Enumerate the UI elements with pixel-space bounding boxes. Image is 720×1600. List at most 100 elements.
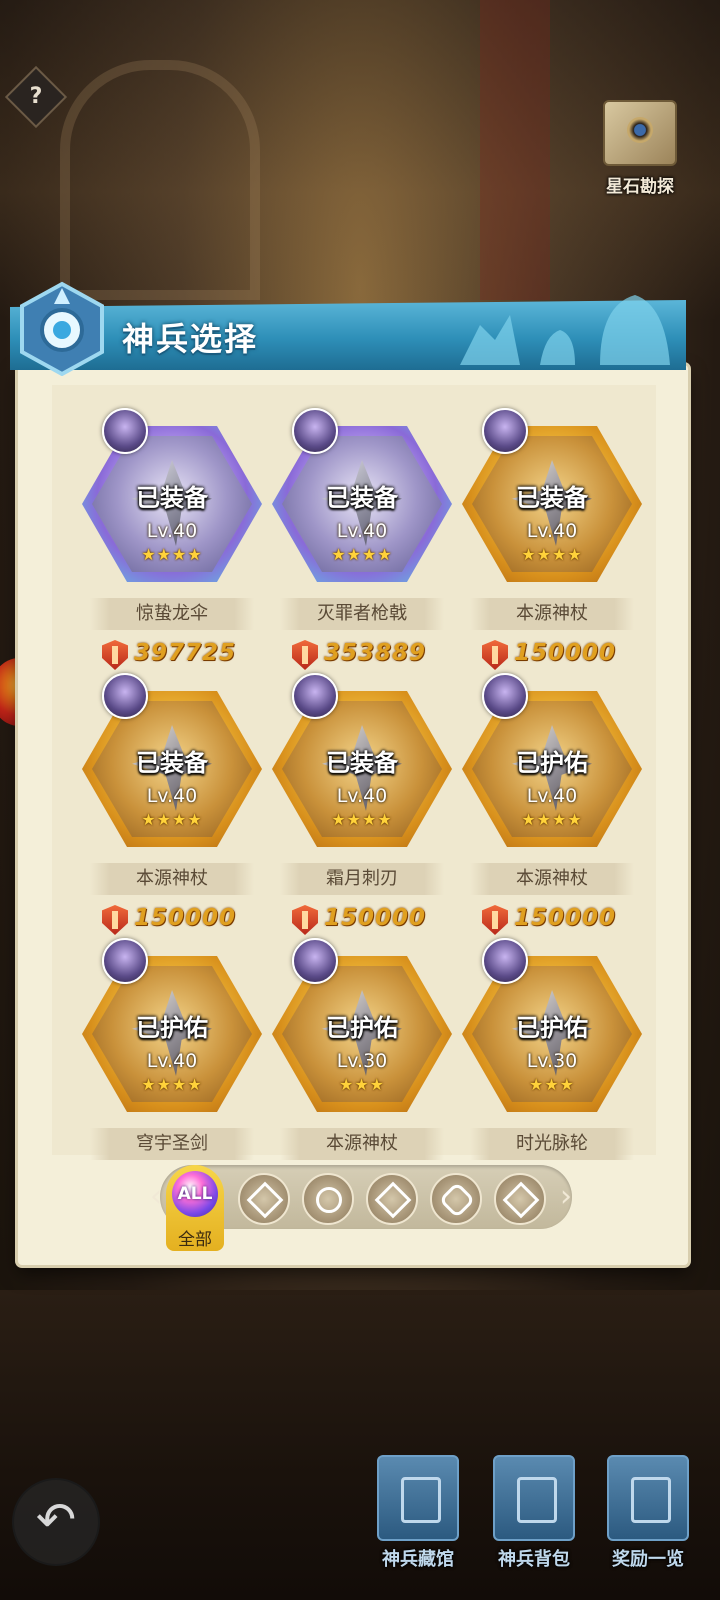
weapon-level: Lv.30 [526,1050,578,1072]
star-stone-explore-button[interactable]: 星石勘探 [590,100,690,200]
reward-overview-button[interactable]: 奖励一览 [598,1455,698,1585]
weapon-status: 已装备 [136,749,208,777]
weapon-stars: ★★★★ [331,545,393,564]
weapon-power: 397725 [102,640,262,672]
power-shield-icon [102,640,128,670]
compass-map-icon [603,100,677,166]
weapon-level: Lv.40 [336,785,388,807]
weapon-level: Lv.40 [526,520,578,542]
weapon-status: 已装备 [326,749,398,777]
weapon-stars: ★★★★ [141,1075,203,1094]
weapon-status: 已装备 [326,484,398,512]
weapon-power-value: 353889 [324,640,427,666]
help-icon: ? [29,84,43,109]
weapon-status: 已装备 [516,484,588,512]
weapon-name: 本源神杖 [280,1128,444,1160]
filter-all-label: 全部 [178,1230,212,1250]
power-shield-icon [292,640,318,670]
weapon-status: 已护佑 [516,749,588,777]
weapon-card[interactable]: 已护佑 Lv.30 ★★★ 时光脉轮 [462,938,642,1198]
filter-class-1-button[interactable] [238,1173,290,1225]
weapon-status: 已护佑 [516,1014,588,1042]
weapon-stars: ★★★ [528,1075,576,1094]
hero-avatar [102,673,148,719]
weapon-name: 本源神杖 [470,863,634,895]
power-shield-icon [292,905,318,935]
weapon-emblem-icon [20,281,104,376]
hero-avatar [482,408,528,454]
weapon-status: 已装备 [136,484,208,512]
museum-icon [377,1455,459,1541]
weapon-power: 150000 [292,905,452,937]
weapon-card[interactable]: 已护佑 Lv.40 ★★★★ 本源神杖 150000 [462,673,642,935]
weapon-museum-button[interactable]: 神兵藏馆 [368,1455,468,1585]
hero-avatar [292,673,338,719]
weapon-power-value: 150000 [514,905,617,931]
back-button[interactable]: ↶ [12,1478,100,1566]
weapon-name: 时光脉轮 [470,1128,634,1160]
hero-avatar [102,408,148,454]
weapon-name: 霜月刺刃 [280,863,444,895]
weapon-name: 灭罪者枪戟 [280,598,444,630]
explore-label: 星石勘探 [606,177,674,197]
treasure-chest-icon [607,1455,689,1541]
hero-silhouettes-decoration [460,295,670,365]
weapon-card[interactable]: 已装备 Lv.40 ★★★★ 本源神杖 150000 [462,408,642,670]
hero-avatar [292,408,338,454]
weapon-status: 已护佑 [326,1014,398,1042]
hero-avatar [482,673,528,719]
hero-avatar [102,938,148,984]
weapon-backpack-button[interactable]: 神兵背包 [484,1455,584,1585]
backpack-icon [493,1455,575,1541]
filter-right-arrow[interactable]: › [560,1177,578,1217]
weapon-name: 惊蛰龙伞 [90,598,254,630]
filter-class-5-button[interactable] [494,1173,546,1225]
weapon-power: 353889 [292,640,452,672]
filter-class-2-button[interactable] [302,1173,354,1225]
weapon-level: Lv.40 [526,785,578,807]
panel-title: 神兵选择 [122,320,259,358]
weapon-card[interactable]: 已装备 Lv.40 ★★★★ 霜月刺刃 150000 [272,673,452,935]
weapon-backpack-label: 神兵背包 [498,1549,570,1570]
weapon-level: Lv.40 [146,785,198,807]
background-pillar [480,0,550,300]
weapon-card[interactable]: 已装备 Lv.40 ★★★★ 本源神杖 150000 [82,673,262,935]
weapon-level: Lv.40 [146,520,198,542]
weapon-status: 已护佑 [136,1014,208,1042]
filter-class-3-button[interactable] [366,1173,418,1225]
power-shield-icon [482,905,508,935]
power-shield-icon [102,905,128,935]
weapon-name: 穹宇圣剑 [90,1128,254,1160]
class-icon-1 [246,1181,284,1219]
weapon-stars: ★★★★ [521,545,583,564]
weapon-card[interactable]: 已护佑 Lv.40 ★★★★ 穹宇圣剑 [82,938,262,1198]
class-icon-5 [502,1181,540,1219]
filter-all-tab[interactable]: ALL 全部 [166,1165,224,1251]
weapon-museum-label: 神兵藏馆 [382,1549,454,1570]
weapon-level: Lv.40 [336,520,388,542]
weapon-name: 本源神杖 [470,598,634,630]
hero-avatar [482,938,528,984]
weapon-power: 150000 [102,905,262,937]
all-icon: ALL [172,1171,218,1217]
weapon-level: Lv.40 [146,1050,198,1072]
weapon-card[interactable]: 已装备 Lv.40 ★★★★ 灭罪者枪戟 353889 [272,408,452,670]
weapon-power: 150000 [482,905,642,937]
weapon-power-value: 150000 [514,640,617,666]
weapon-card[interactable]: 已装备 Lv.40 ★★★★ 惊蛰龙伞 397725 [82,408,262,670]
class-icon-2 [310,1181,348,1219]
weapon-power-value: 150000 [324,905,427,931]
background-arch [60,60,260,300]
weapon-stars: ★★★★ [521,810,583,829]
weapon-power-value: 150000 [134,905,237,931]
hero-avatar [292,938,338,984]
filter-class-4-button[interactable] [430,1173,482,1225]
weapon-power: 150000 [482,640,642,672]
weapon-stars: ★★★★ [141,810,203,829]
reward-overview-label: 奖励一览 [612,1549,684,1570]
back-arrow-icon: ↶ [35,1492,77,1548]
power-shield-icon [482,640,508,670]
weapon-card[interactable]: 已护佑 Lv.30 ★★★ 本源神杖 [272,938,452,1198]
weapon-name: 本源神杖 [90,863,254,895]
weapon-level: Lv.30 [336,1050,388,1072]
